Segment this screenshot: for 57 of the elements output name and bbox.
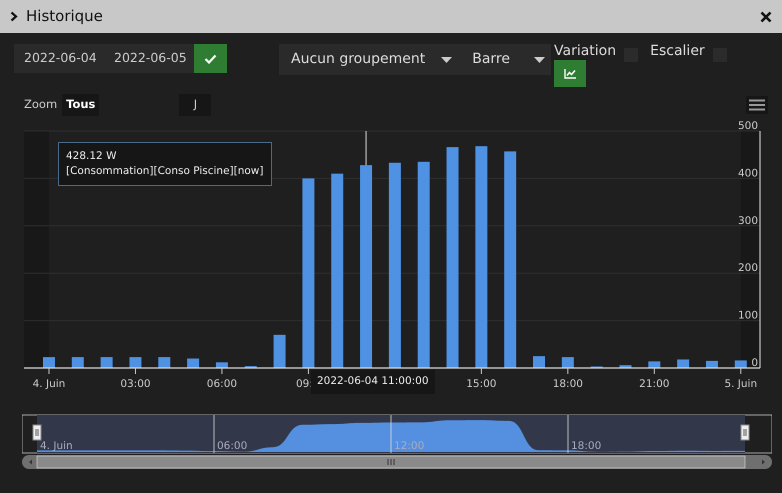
zoom-label: Zoom xyxy=(24,96,58,114)
date-field[interactable]: 2022-06-05 xyxy=(104,44,194,73)
x-axis-label: 03:00 xyxy=(120,378,151,390)
y-axis-label: 200 xyxy=(738,262,758,274)
bar[interactable] xyxy=(274,334,286,368)
y-axis-label: 400 xyxy=(738,167,758,180)
bar[interactable] xyxy=(72,357,84,368)
y-axis-label: 300 xyxy=(738,214,758,227)
window-title: Historique xyxy=(26,6,103,28)
line-chart-icon xyxy=(564,68,576,79)
date-input[interactable]: 2022-06-05 xyxy=(104,49,194,68)
navigator-label: 06:00 xyxy=(217,440,248,452)
chart-button[interactable] xyxy=(554,60,586,87)
x-axis-label: 5. Juin xyxy=(724,378,758,390)
caret-icon xyxy=(534,56,545,62)
close-icon[interactable] xyxy=(760,10,772,22)
chevron-icon[interactable] xyxy=(10,11,18,22)
bar[interactable] xyxy=(129,357,142,368)
hover-time-label: 2022-06-04 11:00:00 xyxy=(311,370,435,394)
x-axis-label: 15:00 xyxy=(466,378,496,390)
range-handle[interactable] xyxy=(740,424,750,440)
check-icon xyxy=(204,54,217,64)
bar[interactable] xyxy=(100,357,113,368)
zoom-button[interactable]: Tous xyxy=(62,94,100,116)
y-axis-label: 100 xyxy=(738,310,758,322)
y-axis-label: 0 xyxy=(751,357,758,369)
bar[interactable] xyxy=(648,361,660,368)
tooltip-series: [Consommation][Conso Piscine][now] xyxy=(66,164,264,180)
bar[interactable] xyxy=(562,357,574,368)
zoom-button[interactable]: J xyxy=(179,94,212,116)
menu-icon[interactable] xyxy=(746,96,768,114)
x-axis-label: 4. Juin xyxy=(32,378,66,390)
bar[interactable] xyxy=(42,357,55,368)
y-axis-label: 500 xyxy=(738,120,758,132)
date-field[interactable]: 2022-06-04 xyxy=(14,44,104,73)
bar[interactable] xyxy=(677,359,690,368)
date-input[interactable]: 2022-06-04 xyxy=(14,49,104,68)
tooltip-value: 428.12 W xyxy=(66,149,118,164)
navigator-label: 18:00 xyxy=(571,440,602,452)
bar[interactable] xyxy=(158,357,170,368)
x-axis-label: 06:00 xyxy=(206,378,238,390)
option-label: Escalier xyxy=(650,42,705,61)
x-axis-label: 09: xyxy=(296,378,313,390)
navigator-label: 4. Juin xyxy=(40,440,73,452)
grouping-select[interactable]: Aucun groupement xyxy=(279,49,460,70)
bar[interactable] xyxy=(619,365,632,368)
bar[interactable] xyxy=(216,362,228,368)
x-axis-label: 18:00 xyxy=(552,378,583,390)
scrollbar[interactable] xyxy=(22,455,772,469)
navigator-label: 12:00 xyxy=(394,440,424,452)
chart-type-select[interactable]: Barre xyxy=(460,49,551,70)
range-handle[interactable] xyxy=(32,424,42,440)
confirm-button[interactable] xyxy=(194,44,227,73)
option-label: Variation xyxy=(554,42,616,61)
caret-icon xyxy=(441,56,452,62)
bar[interactable] xyxy=(734,360,747,368)
x-axis-label: 21:00 xyxy=(639,378,670,390)
